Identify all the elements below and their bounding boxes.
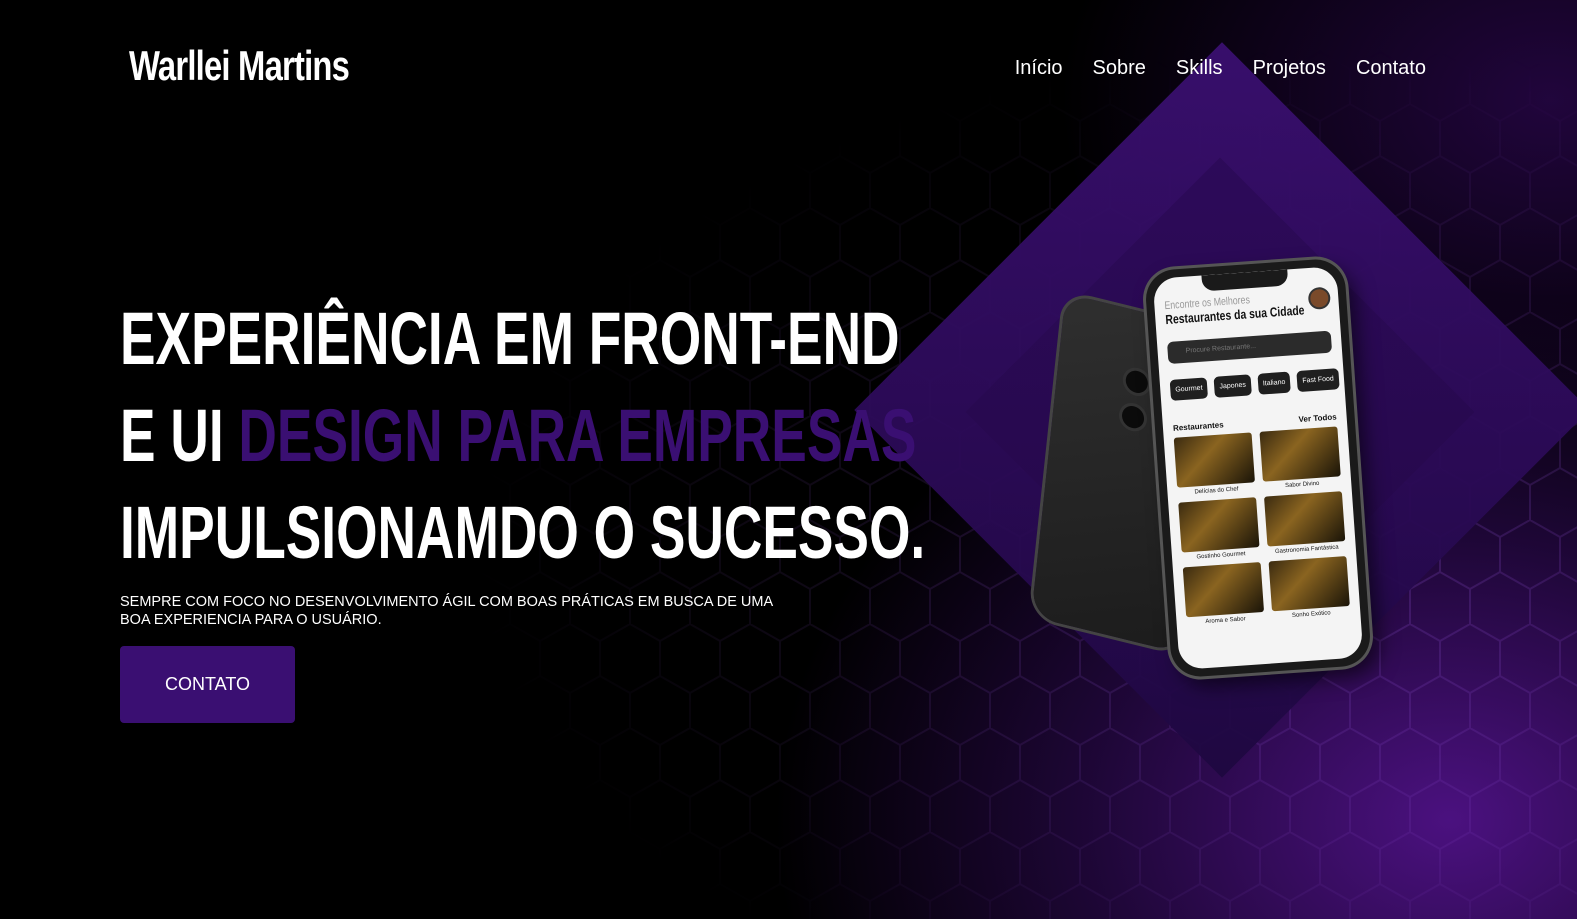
hero-heading-line-2: E UI DESIGN PARA EMPRESAS: [120, 387, 916, 484]
hero-heading-line-3: IMPULSIONAMDO O SUCESSO.: [120, 491, 926, 574]
app-restaurant-grid: Delícias do Chef Sabor Divino Gostinho G…: [1173, 426, 1351, 626]
phone-front: Encontre os Melhores Restaurantes da sua…: [1144, 257, 1372, 679]
restaurant-name: Gastronomia Fantástica: [1274, 544, 1339, 556]
hero-description: SEMPRE COM FOCO NO DESENVOLVIMENTO ÁGIL …: [120, 594, 773, 628]
hero-heading: EXPERIÊNCIA EM FRONT-END E UI DESIGN PAR…: [120, 290, 926, 581]
restaurant-name: Gostinho Gourmet: [1196, 551, 1246, 561]
chip-fast-food: Fast Food: [1296, 368, 1340, 393]
avatar: [1309, 288, 1329, 308]
restaurant-image: [1268, 556, 1350, 612]
restaurant-image: [1178, 497, 1260, 553]
site-logo[interactable]: Warllei Martins: [129, 42, 350, 90]
phone-notch: [1201, 269, 1289, 292]
hero-heading-line-2-prefix: E UI: [120, 394, 239, 477]
restaurant-image: [1173, 432, 1255, 488]
restaurant-card: Sonho Exótico: [1268, 556, 1351, 620]
restaurant-image: [1264, 491, 1346, 547]
nav-link-sobre[interactable]: Sobre: [1093, 57, 1146, 80]
restaurant-name: Aroma e Sabor: [1205, 616, 1246, 626]
app-section-link: Ver Todos: [1298, 412, 1337, 425]
phone-screen: Encontre os Melhores Restaurantes da sua…: [1152, 266, 1364, 670]
restaurant-image: [1182, 562, 1265, 618]
restaurant-name: Sonho Exótico: [1291, 610, 1331, 619]
chip-gourmet: Gourmet: [1169, 377, 1209, 401]
phone-mockup: Encontre os Melhores Restaurantes da sua…: [1031, 257, 1380, 680]
site-header: Warllei Martins Início Sobre Skills Proj…: [0, 0, 1577, 140]
app-header: Encontre os Melhores Restaurantes da sua…: [1164, 290, 1316, 327]
chip-japones: Japones: [1213, 374, 1252, 398]
restaurant-card: Gastronomia Fantástica: [1264, 491, 1346, 555]
hero-heading-accent: DESIGN PARA EMPRESAS: [238, 394, 917, 477]
nav-link-skills[interactable]: Skills: [1176, 57, 1223, 80]
nav-link-projetos[interactable]: Projetos: [1253, 57, 1326, 80]
app-section-title: Restaurantes: [1172, 420, 1224, 433]
nav-link-inicio[interactable]: Início: [1015, 57, 1063, 80]
app-category-chips: Gourmet Japones Italiano Fast Food: [1169, 368, 1340, 401]
restaurant-card: Gostinho Gourmet: [1178, 497, 1260, 561]
restaurant-name: Sabor Divino: [1284, 480, 1320, 490]
restaurant-card: Delícias do Chef: [1173, 432, 1256, 496]
restaurant-card: Aroma e Sabor: [1182, 562, 1265, 626]
main-nav: Início Sobre Skills Projetos Contato: [1015, 57, 1426, 80]
hero-heading-line-1: EXPERIÊNCIA EM FRONT-END: [120, 297, 900, 380]
hero-section: EXPERIÊNCIA EM FRONT-END E UI DESIGN PAR…: [120, 290, 926, 581]
nav-link-contato[interactable]: Contato: [1356, 57, 1426, 80]
chip-italiano: Italiano: [1257, 371, 1292, 395]
contact-button[interactable]: CONTATO: [120, 646, 295, 723]
restaurant-card: Sabor Divino: [1259, 426, 1341, 490]
restaurant-image: [1259, 426, 1341, 482]
restaurant-name: Delícias do Chef: [1194, 486, 1239, 496]
app-search-input: Procure Restaurante...: [1166, 330, 1333, 364]
